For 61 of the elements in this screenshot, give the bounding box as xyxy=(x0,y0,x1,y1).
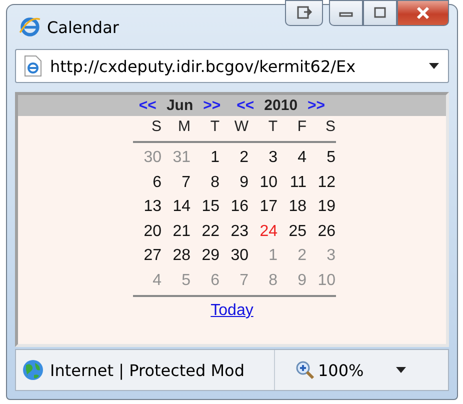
calendar-day[interactable]: 7 xyxy=(162,170,190,195)
calendar-day[interactable]: 25 xyxy=(278,220,306,244)
zoom-caret-icon[interactable] xyxy=(394,366,407,374)
calendar-day[interactable]: 22 xyxy=(190,220,220,244)
close-icon xyxy=(415,6,431,20)
weekday-label: F xyxy=(296,118,306,137)
calendar-day[interactable]: 5 xyxy=(306,146,336,170)
calendar-day[interactable]: 29 xyxy=(190,244,220,268)
weekday-label: T xyxy=(209,118,220,137)
maximize-icon xyxy=(372,6,388,20)
calendar-day[interactable]: 27 xyxy=(132,244,162,268)
weekday-label: M xyxy=(177,118,190,137)
calendar-day[interactable]: 12 xyxy=(306,170,336,195)
address-field[interactable]: http://cxdeputy.idir.bcgov/kermit62/Ex xyxy=(15,49,449,83)
calendar-day[interactable]: 20 xyxy=(132,220,162,244)
calendar-day[interactable]: 11 xyxy=(278,170,306,195)
calendar-day[interactable]: 13 xyxy=(132,195,162,220)
calendar-day[interactable]: 28 xyxy=(162,244,190,268)
calendar-day[interactable]: 14 xyxy=(162,195,190,220)
compact-view-button[interactable] xyxy=(285,0,323,26)
page-icon xyxy=(24,55,42,77)
calendar-day[interactable]: 30 xyxy=(220,244,248,268)
close-button[interactable] xyxy=(397,0,449,26)
weekday-label: W xyxy=(233,118,248,137)
window-title: Calendar xyxy=(47,18,119,36)
previous-year-link[interactable]: << xyxy=(236,97,254,114)
globe-icon xyxy=(22,359,44,381)
security-zone-label: Internet | Protected Mod xyxy=(50,360,244,380)
calendar-day[interactable]: 21 xyxy=(162,220,190,244)
today-link[interactable]: Today xyxy=(210,302,254,319)
zoom-level-label[interactable]: 100% xyxy=(318,360,364,380)
weekday-label: T xyxy=(267,118,278,137)
calendar-day[interactable]: 18 xyxy=(278,195,306,220)
maximize-button[interactable] xyxy=(363,0,397,26)
calendar-day[interactable]: 24 xyxy=(248,220,278,244)
next-month-link[interactable]: >> xyxy=(203,97,221,114)
calendar-day[interactable]: 9 xyxy=(220,170,248,195)
calendar-day[interactable]: 4 xyxy=(278,146,306,170)
month-label: Jun xyxy=(166,97,194,114)
compact-view-icon xyxy=(295,5,313,21)
calendar-day[interactable]: 1 xyxy=(190,146,220,170)
weekday-label: S xyxy=(150,118,162,137)
calendar-day[interactable]: 19 xyxy=(306,195,336,220)
weekday-label: S xyxy=(324,118,336,137)
calendar-day[interactable]: 23 xyxy=(220,220,248,244)
calendar-day[interactable]: 10 xyxy=(248,170,278,195)
minimize-button[interactable] xyxy=(329,0,363,26)
zoom-icon[interactable] xyxy=(295,360,315,380)
dropdown-caret-icon[interactable] xyxy=(428,62,440,70)
calendar-day[interactable]: 2 xyxy=(220,146,248,170)
calendar-day[interactable]: 17 xyxy=(248,195,278,220)
calendar-day[interactable]: 3 xyxy=(248,146,278,170)
browser-logo-icon xyxy=(19,16,41,38)
calendar-day[interactable]: 26 xyxy=(306,220,336,244)
calendar-day[interactable]: 15 xyxy=(190,195,220,220)
calendar-day[interactable]: 16 xyxy=(220,195,248,220)
next-year-link[interactable]: >> xyxy=(308,97,326,114)
year-label: 2010 xyxy=(264,97,298,114)
calendar-day[interactable]: 8 xyxy=(190,170,220,195)
previous-month-link[interactable]: << xyxy=(138,97,156,114)
calendar-day[interactable]: 6 xyxy=(132,170,162,195)
